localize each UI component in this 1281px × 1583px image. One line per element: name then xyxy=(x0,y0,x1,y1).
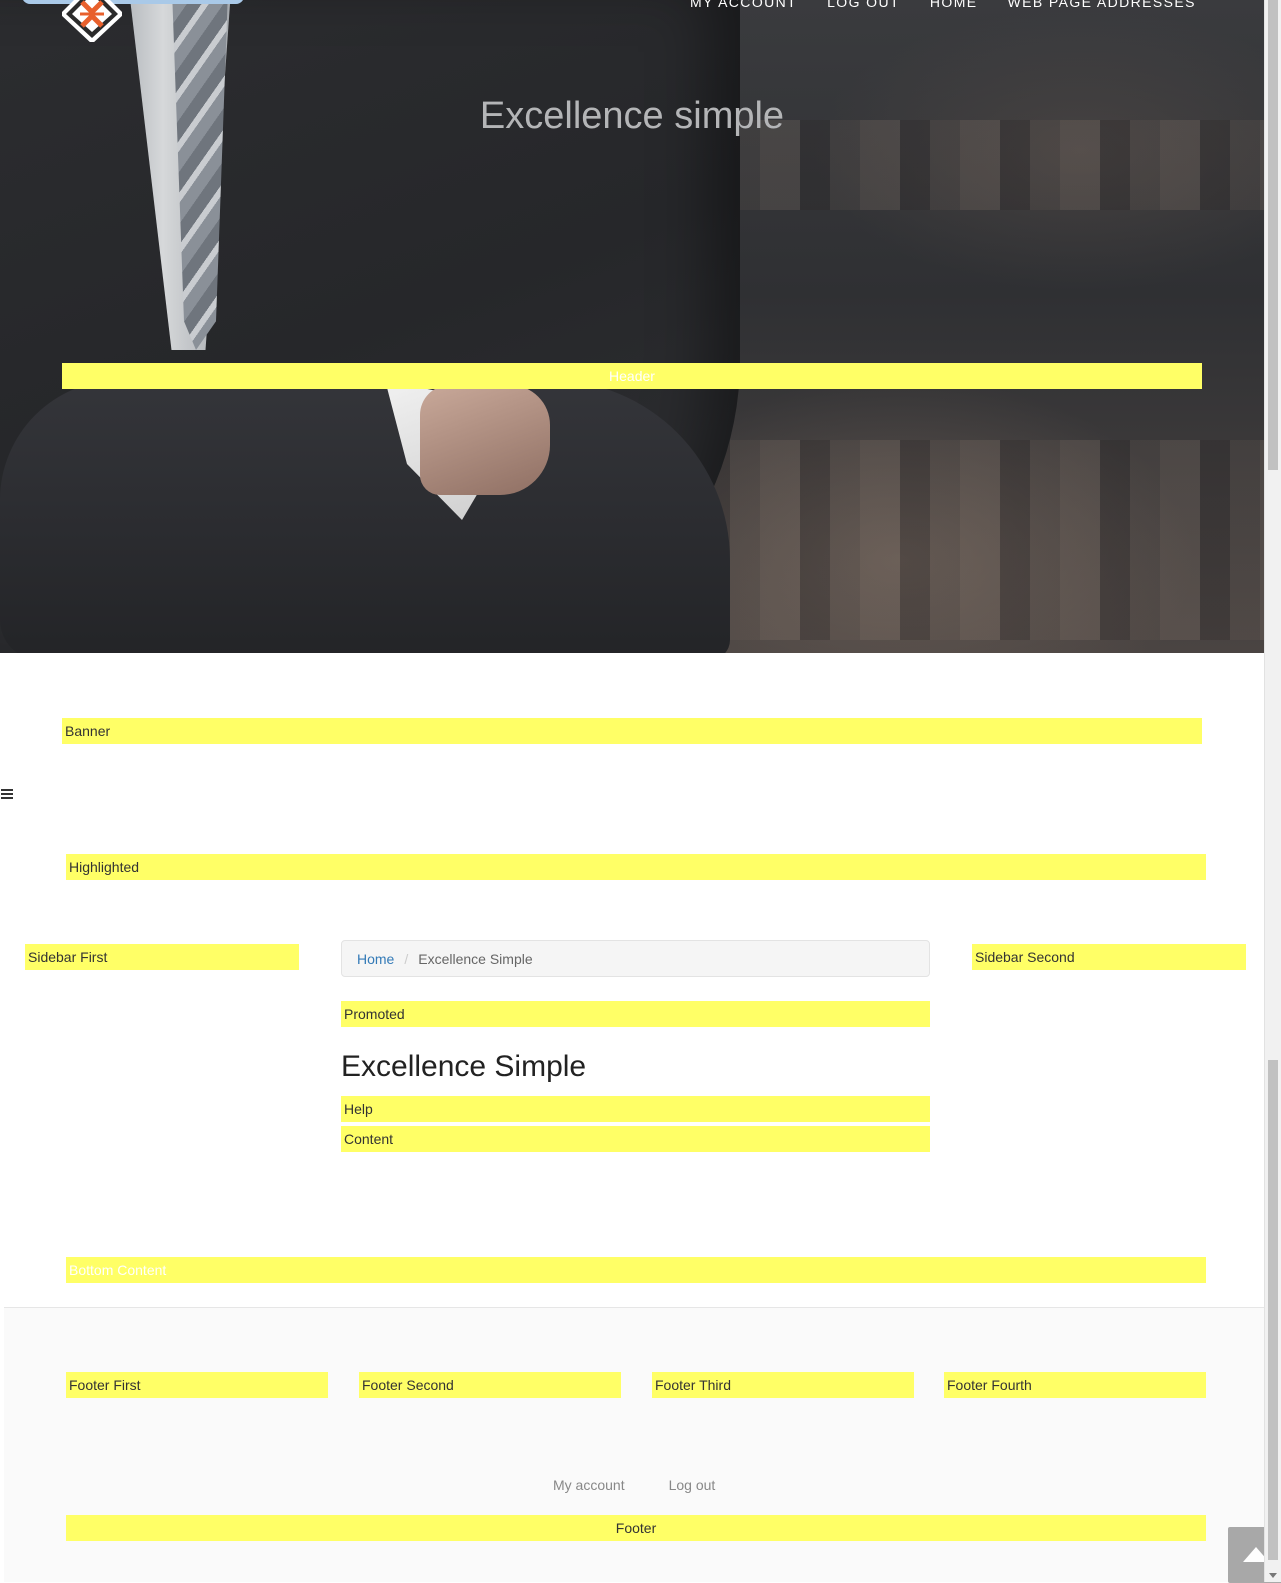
login-bar[interactable] xyxy=(22,0,244,4)
nav-my-account[interactable]: MY ACCOUNT xyxy=(690,0,797,10)
region-help: Help xyxy=(341,1096,930,1122)
breadcrumb-separator: / xyxy=(404,950,409,967)
region-sidebar-first: Sidebar First xyxy=(25,944,299,970)
hero-title: Excellence simple xyxy=(479,95,785,137)
subfooter xyxy=(4,1437,1268,1582)
scrollbar-thumb[interactable] xyxy=(1268,0,1278,470)
breadcrumb-home-link[interactable]: Home xyxy=(357,951,394,967)
region-footer-fourth: Footer Fourth xyxy=(944,1372,1206,1398)
nav-log-out[interactable]: LOG OUT xyxy=(827,0,900,10)
top-navigation: MY ACCOUNT LOG OUT HOME WEB PAGE ADDRESS… xyxy=(690,0,1196,10)
region-footer: Footer xyxy=(66,1515,1206,1541)
hero-arm-image xyxy=(0,380,730,653)
footer-menu: My account Log out xyxy=(553,1477,715,1493)
diamond-logo-icon[interactable] xyxy=(60,0,124,44)
scroll-down-arrow-icon[interactable] xyxy=(1269,1573,1277,1578)
region-banner: Banner xyxy=(62,718,1202,744)
breadcrumb-current: Excellence Simple xyxy=(418,950,533,967)
region-content: Content xyxy=(341,1126,930,1152)
hero-hand-image xyxy=(420,385,550,495)
page-title: Excellence Simple xyxy=(341,1050,587,1083)
nav-web-page-addresses[interactable]: WEB PAGE ADDRESSES xyxy=(1008,0,1196,10)
hero-section: MY ACCOUNT LOG OUT HOME WEB PAGE ADDRESS… xyxy=(0,0,1264,653)
vertical-scrollbar[interactable] xyxy=(1264,0,1281,1582)
region-header: Header xyxy=(62,363,1202,389)
region-footer-third: Footer Third xyxy=(652,1372,914,1398)
region-footer-first: Footer First xyxy=(66,1372,328,1398)
scrollbar-thumb[interactable] xyxy=(1268,1060,1278,1560)
region-footer-second: Footer Second xyxy=(359,1372,621,1398)
region-highlighted: Highlighted xyxy=(66,854,1206,880)
breadcrumb: Home / Excellence Simple xyxy=(341,940,930,977)
region-bottom-content: Bottom Content xyxy=(66,1257,1206,1283)
nav-home[interactable]: HOME xyxy=(930,0,978,10)
region-sidebar-second: Sidebar Second xyxy=(972,944,1246,970)
footer-log-out-link[interactable]: Log out xyxy=(669,1477,716,1493)
hamburger-icon[interactable] xyxy=(1,789,13,799)
footer-my-account-link[interactable]: My account xyxy=(553,1477,625,1493)
region-promoted: Promoted xyxy=(341,1001,930,1027)
